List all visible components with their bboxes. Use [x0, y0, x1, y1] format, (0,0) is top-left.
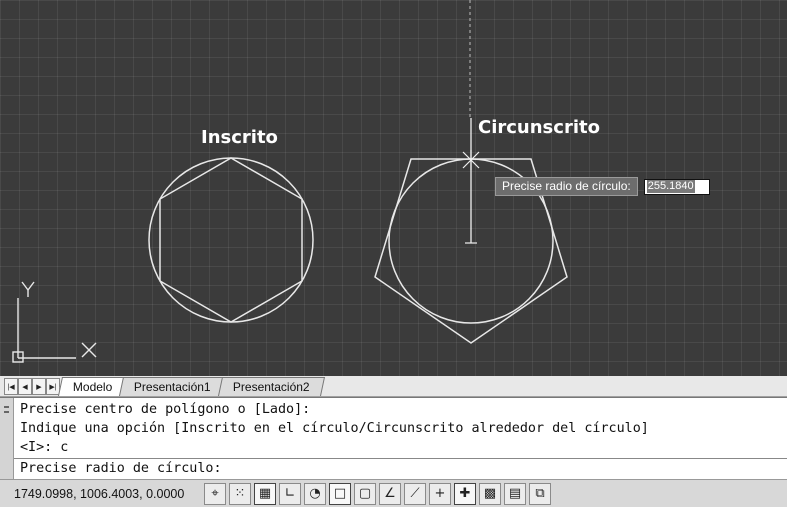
status-bar: 1749.0998, 1006.4003, 0.0000 ⌖ ⁙ ▦ ∟ ◔ □…: [0, 479, 787, 507]
cursor-crosshair-icon: [462, 150, 480, 170]
snap-mode-icon[interactable]: ⁙: [229, 482, 251, 505]
dynamic-input-tooltip: Precise radio de círculo: 255.1840: [495, 177, 710, 196]
layout-tab-bar: |◀ ◀ ▶ ▶| Modelo Presentación1 Presentac…: [0, 376, 787, 397]
command-separator: [14, 458, 787, 459]
tab-label: Modelo: [72, 380, 113, 394]
command-prompt[interactable]: Precise radio de círculo:: [20, 461, 222, 477]
inscribed-hexagon: [159, 157, 303, 323]
quick-properties-icon[interactable]: ▤: [504, 482, 526, 505]
tab-presentacion1[interactable]: Presentación1: [119, 377, 227, 396]
command-line-grip[interactable]: [0, 398, 14, 479]
command-line-window[interactable]: Precise centro de polígono o [Lado]: Ind…: [0, 397, 787, 479]
ucs-icon: [12, 281, 97, 363]
object-snap-icon[interactable]: □: [329, 482, 351, 505]
transparency-icon[interactable]: ▩: [479, 482, 501, 505]
dynamic-input-icon[interactable]: +: [429, 482, 451, 505]
inscribed-circle: [148, 157, 314, 323]
first-tab-icon[interactable]: |◀: [4, 378, 18, 395]
lineweight-icon[interactable]: ✚: [454, 482, 476, 505]
3d-object-snap-icon[interactable]: ▢: [354, 482, 376, 505]
prev-tab-icon[interactable]: ◀: [18, 378, 32, 395]
command-history-line: <I>: c: [20, 440, 69, 455]
ortho-mode-icon[interactable]: ∟: [279, 482, 301, 505]
tab-presentacion2[interactable]: Presentación2: [218, 377, 325, 396]
grid-display-icon[interactable]: ▦: [254, 482, 276, 505]
polar-tracking-icon[interactable]: ◔: [304, 482, 326, 505]
tab-navigation: |◀ ◀ ▶ ▶|: [4, 378, 60, 395]
label-circumscribed: Circunscrito: [478, 117, 600, 138]
tab-modelo[interactable]: Modelo: [57, 377, 128, 396]
selection-cycling-icon[interactable]: ⧉: [529, 482, 551, 505]
tab-label: Presentación2: [232, 380, 310, 394]
radius-value[interactable]: 255.1840: [646, 180, 695, 193]
tab-label: Presentación1: [134, 380, 211, 394]
tooltip-prompt: Precise radio de círculo:: [495, 177, 638, 196]
command-history-line: Indique una opción [Inscrito en el círcu…: [20, 421, 649, 436]
object-snap-tracking-icon[interactable]: ∠: [379, 482, 401, 505]
label-inscribed: Inscrito: [201, 127, 278, 148]
next-tab-icon[interactable]: ▶: [32, 378, 46, 395]
drawing-area[interactable]: Inscrito Circunscrito Precise radio de c…: [0, 0, 787, 376]
coordinate-readout[interactable]: 1749.0998, 1006.4003, 0.0000: [0, 487, 204, 501]
infer-constraints-icon[interactable]: ⌖: [204, 482, 226, 505]
dynamic-ucs-icon[interactable]: ⟋: [404, 482, 426, 505]
radius-input-field[interactable]: 255.1840: [643, 178, 710, 195]
command-history-line: Precise centro de polígono o [Lado]:: [20, 402, 311, 417]
